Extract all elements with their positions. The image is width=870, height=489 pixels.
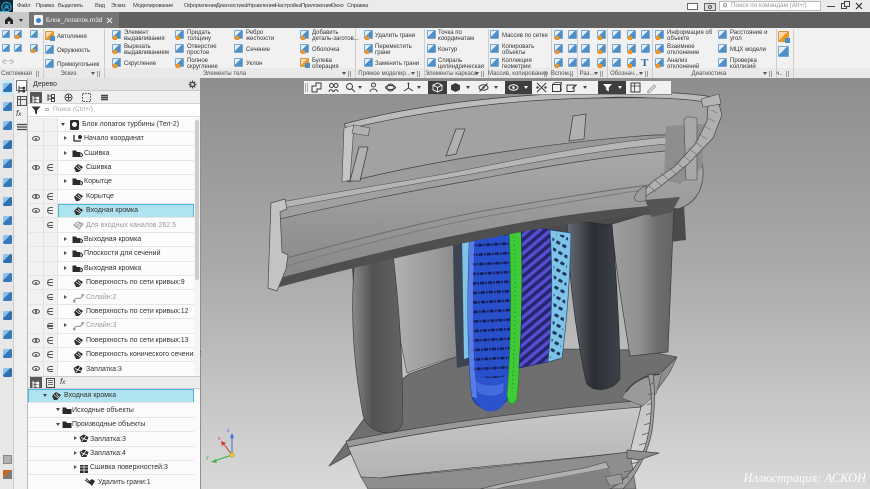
svg-text:z: z [227,428,230,434]
svg-text:y: y [206,455,209,461]
svg-text:x: x [218,436,221,442]
